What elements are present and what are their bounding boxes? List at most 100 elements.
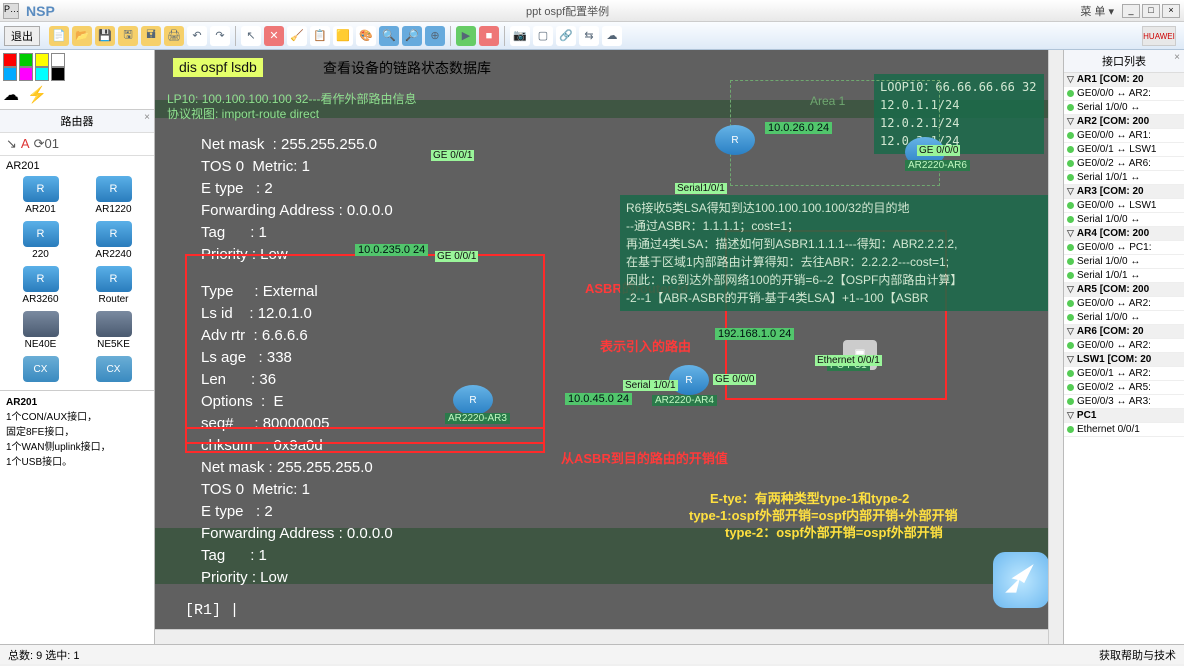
canvas-hscroll[interactable] bbox=[155, 629, 1048, 644]
interface-device-row[interactable]: ▽ AR6 [COM: 20 bbox=[1064, 325, 1184, 339]
interface-port-row[interactable]: Serial 1/0/0 ↔ bbox=[1064, 213, 1184, 227]
redbox-metric bbox=[185, 427, 545, 453]
cloud-icon[interactable]: ☁ bbox=[602, 26, 622, 46]
saveall-icon[interactable]: 🖬 bbox=[141, 26, 161, 46]
zoom-in-icon[interactable]: 🔍 bbox=[379, 26, 399, 46]
pointer-icon[interactable]: ↖ bbox=[241, 26, 261, 46]
device-220[interactable]: 220 bbox=[4, 219, 77, 264]
palette-icon[interactable]: 🎨 bbox=[356, 26, 376, 46]
device-section-header: 路由器× bbox=[0, 110, 154, 133]
cli-icon[interactable]: ▢ bbox=[533, 26, 553, 46]
interface-port-row[interactable]: GE0/0/0 ↔ AR2: bbox=[1064, 339, 1184, 353]
interface-port-row[interactable]: GE0/0/1 ↔ AR2: bbox=[1064, 367, 1184, 381]
interface-device-row[interactable]: ▽ AR1 [COM: 20 bbox=[1064, 73, 1184, 87]
window-title: ppt ospf配置举例 bbox=[55, 3, 1081, 19]
play-icon[interactable]: ▶ bbox=[456, 26, 476, 46]
interface-device-row[interactable]: ▽ AR3 [COM: 20 bbox=[1064, 185, 1184, 199]
interface-port-row[interactable]: GE0/0/2 ↔ AR5: bbox=[1064, 381, 1184, 395]
text-tool-icon[interactable]: A bbox=[21, 136, 30, 152]
menu-dropdown[interactable]: 菜 单 ▾ bbox=[1080, 3, 1114, 19]
interface-port-row[interactable]: Serial 1/0/0 ↔ bbox=[1064, 255, 1184, 269]
r6-explain: R6接收5类LSA得知到达100.100.100.100/32的目的地 --通过… bbox=[620, 195, 1050, 311]
lbl-ar4: AR2220-AR4 bbox=[652, 395, 717, 406]
interface-port-row[interactable]: GE0/0/0 ↔ AR2: bbox=[1064, 87, 1184, 101]
interface-port-row[interactable]: GE0/0/0 ↔ LSW1 bbox=[1064, 199, 1184, 213]
app-logo-text: NSP bbox=[26, 3, 55, 19]
device-cx2[interactable] bbox=[77, 354, 150, 388]
interface-port-row[interactable]: Serial 1/0/0 ↔ bbox=[1064, 101, 1184, 115]
device-ar201[interactable]: AR201 bbox=[4, 174, 77, 219]
saveas-icon[interactable]: 🖫 bbox=[118, 26, 138, 46]
addr-26: 10.0.26.0 24 bbox=[765, 122, 832, 134]
paste-icon[interactable]: 📋 bbox=[310, 26, 330, 46]
broom-icon[interactable]: 🧹 bbox=[287, 26, 307, 46]
interface-port-row[interactable]: Serial 1/0/1 ↔ bbox=[1064, 269, 1184, 283]
annot-cost: 从ASBR到目的路由的开销值 bbox=[561, 448, 728, 467]
share-icon[interactable]: ⇆ bbox=[579, 26, 599, 46]
window-minimize-icon[interactable]: _ bbox=[1122, 4, 1140, 18]
interface-device-row[interactable]: ▽ PC1 bbox=[1064, 409, 1184, 423]
node-ar2[interactable]: R bbox=[715, 125, 755, 155]
addr-168: 192.168.1.0 24 bbox=[715, 328, 794, 340]
node-ar3[interactable]: R bbox=[453, 385, 493, 415]
canvas-vscroll[interactable] bbox=[1048, 50, 1063, 644]
save-icon[interactable]: 💾 bbox=[95, 26, 115, 46]
close-icon[interactable]: × bbox=[1174, 52, 1180, 63]
device-desc: AR201 1个CON/AUX接口， 固定8FE接口， 1个WAN侧uplink… bbox=[0, 390, 154, 474]
printer-icon[interactable]: 🖨 bbox=[164, 26, 184, 46]
window-maximize-icon[interactable]: □ bbox=[1142, 4, 1160, 18]
color-palette[interactable]: ☁ ⚡ bbox=[0, 50, 154, 110]
device-grid: AR201 AR1220 220 AR2240 AR3260 Router NE… bbox=[0, 172, 154, 390]
zoom-out-icon[interactable]: 🔎 bbox=[402, 26, 422, 46]
device-ar2240[interactable]: AR2240 bbox=[77, 219, 150, 264]
redo-icon[interactable]: ↷ bbox=[210, 26, 230, 46]
lbl-ar5: AR2220-AR3 bbox=[445, 413, 510, 424]
interface-header: 接口列表× bbox=[1064, 50, 1184, 73]
close-icon[interactable]: × bbox=[144, 112, 150, 123]
device-router[interactable]: Router bbox=[77, 264, 150, 309]
addr-235: 10.0.235.0 24 bbox=[355, 244, 428, 256]
interface-port-row[interactable]: GE0/0/0 ↔ AR1: bbox=[1064, 129, 1184, 143]
topology-canvas[interactable]: dis ospf lsdb 查看设备的链路状态数据库 LP10: 100.100… bbox=[155, 50, 1064, 644]
interface-list[interactable]: ▽ AR1 [COM: 20GE0/0/0 ↔ AR2:Serial 1/0/0… bbox=[1064, 73, 1184, 437]
capture-icon[interactable]: 📷 bbox=[510, 26, 530, 46]
annot-etype2: type-2：ospf外部开销=ospf外部开销 bbox=[725, 522, 943, 541]
line-tool-icon[interactable]: ↘ bbox=[6, 136, 17, 152]
main-toolbar: 退出 📄 📂 💾 🖫 🖬 🖨 ↶ ↷ ↖ ✕ 🧹 📋 🟨 🎨 🔍 🔎 ⊕ ▶ ■… bbox=[0, 22, 1184, 50]
interface-device-row[interactable]: ▽ AR4 [COM: 200 bbox=[1064, 227, 1184, 241]
left-panel: ☁ ⚡ 路由器× ↘ A ⟳01 AR201 AR201 AR1220 220 … bbox=[0, 50, 155, 644]
interface-device-row[interactable]: ▽ AR5 [COM: 200 bbox=[1064, 283, 1184, 297]
bird-badge-icon[interactable] bbox=[993, 552, 1049, 608]
device-ne5ke[interactable]: NE5KE bbox=[77, 309, 150, 354]
delete-icon[interactable]: ✕ bbox=[264, 26, 284, 46]
window-close-icon[interactable]: × bbox=[1162, 4, 1180, 18]
interface-port-row[interactable]: GE0/0/1 ↔ LSW1 bbox=[1064, 143, 1184, 157]
topo-icon[interactable]: 🔗 bbox=[556, 26, 576, 46]
interface-panel: 接口列表× ▽ AR1 [COM: 20GE0/0/0 ↔ AR2:Serial… bbox=[1064, 50, 1184, 644]
interface-port-row[interactable]: GE0/0/0 ↔ PC1: bbox=[1064, 241, 1184, 255]
interface-device-row[interactable]: ▽ AR2 [COM: 200 bbox=[1064, 115, 1184, 129]
stop-icon[interactable]: ■ bbox=[479, 26, 499, 46]
prompt: [R1] | bbox=[185, 600, 239, 621]
new-icon[interactable]: 📄 bbox=[49, 26, 69, 46]
interface-port-row[interactable]: GE0/0/0 ↔ AR2: bbox=[1064, 297, 1184, 311]
exit-button[interactable]: 退出 bbox=[4, 26, 40, 46]
interface-port-row[interactable]: GE0/0/2 ↔ AR6: bbox=[1064, 157, 1184, 171]
huawei-logo: HUAWEI bbox=[1142, 26, 1176, 46]
device-ar1220[interactable]: AR1220 bbox=[77, 174, 150, 219]
interface-port-row[interactable]: Ethernet 0/0/1 bbox=[1064, 423, 1184, 437]
p-small-btn[interactable]: P… bbox=[3, 3, 19, 19]
open-icon[interactable]: 📂 bbox=[72, 26, 92, 46]
curve-tool-icon[interactable]: ⟳01 bbox=[34, 136, 59, 152]
zoom-fit-icon[interactable]: ⊕ bbox=[425, 26, 445, 46]
device-ar3260[interactable]: AR3260 bbox=[4, 264, 77, 309]
interface-port-row[interactable]: GE0/0/3 ↔ AR3: bbox=[1064, 395, 1184, 409]
undo-icon[interactable]: ↶ bbox=[187, 26, 207, 46]
device-ne40e[interactable]: NE40E bbox=[4, 309, 77, 354]
area-label: Area 1 bbox=[810, 94, 845, 108]
interface-port-row[interactable]: Serial 1/0/0 ↔ bbox=[1064, 311, 1184, 325]
interface-port-row[interactable]: Serial 1/0/1 ↔ bbox=[1064, 171, 1184, 185]
label-icon[interactable]: 🟨 bbox=[333, 26, 353, 46]
device-cx1[interactable] bbox=[4, 354, 77, 388]
interface-device-row[interactable]: ▽ LSW1 [COM: 20 bbox=[1064, 353, 1184, 367]
